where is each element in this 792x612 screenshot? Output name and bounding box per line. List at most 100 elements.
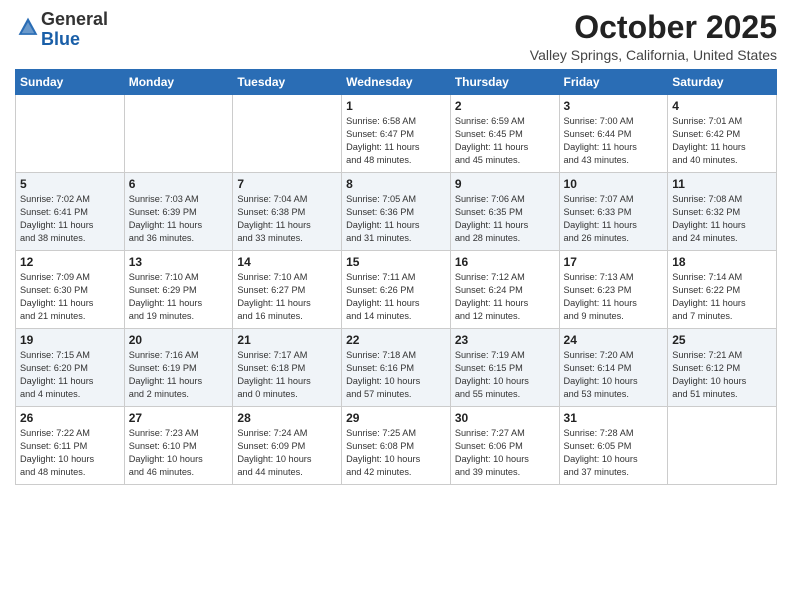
calendar-cell: 24Sunrise: 7:20 AM Sunset: 6:14 PM Dayli… [559,329,668,407]
day-number: 1 [346,99,446,113]
day-number: 20 [129,333,229,347]
day-info: Sunrise: 7:07 AM Sunset: 6:33 PM Dayligh… [564,193,664,245]
calendar-cell: 9 Sunrise: 7:06 AM Sunset: 6:35 PM Daylig… [450,173,559,251]
day-number: 29 [346,411,446,425]
calendar-cell: 25 Sunrise: 7:21 AM Sunset: 6:12 PM Dayli… [668,329,777,407]
calendar-cell: 7 Sunrise: 7:04 AM Sunset: 6:38 PM Daylig… [233,173,342,251]
day-info: Sunrise: 7:19 AM Sunset: 6:15 PM Dayligh… [455,349,555,401]
calendar-cell: 14Sunrise: 7:10 AM Sunset: 6:27 PM Dayli… [233,251,342,329]
day-info: Sunrise: 7:04 AM Sunset: 6:38 PM Dayligh… [237,193,337,245]
calendar-cell: 31 Sunrise: 7:28 AM Sunset: 6:05 PM Dayli… [559,407,668,485]
day-number: 17 [564,255,664,269]
th-monday: Monday [124,70,233,95]
calendar-cell: 13 Sunrise: 7:10 AM Sunset: 6:29 PM Dayli… [124,251,233,329]
calendar-cell: 5 Sunrise: 7:02 AM Sunset: 6:41 PM Daylig… [16,173,125,251]
day-number: 25 [672,333,772,347]
calendar-cell: 17 Sunrise: 7:13 AM Sunset: 6:23 PM Dayli… [559,251,668,329]
calendar-cell: 1 Sunrise: 6:58 AM Sunset: 6:47 PM Daylig… [342,95,451,173]
th-wednesday: Wednesday [342,70,451,95]
day-info: Sunrise: 7:00 AM Sunset: 6:44 PM Dayligh… [564,115,664,167]
calendar-cell: 23 Sunrise: 7:19 AM Sunset: 6:15 PM Dayli… [450,329,559,407]
header: General Blue October 2025 Valley Springs… [15,10,777,63]
calendar-cell: 2Sunrise: 6:59 AM Sunset: 6:45 PM Daylig… [450,95,559,173]
day-number: 27 [129,411,229,425]
day-number: 11 [672,177,772,191]
day-info: Sunrise: 7:22 AM Sunset: 6:11 PM Dayligh… [20,427,120,479]
day-number: 26 [20,411,120,425]
calendar-week-row: 26 Sunrise: 7:22 AM Sunset: 6:11 PM Dayli… [16,407,777,485]
calendar-cell: 18 Sunrise: 7:14 AM Sunset: 6:22 PM Dayli… [668,251,777,329]
day-info: Sunrise: 7:10 AM Sunset: 6:29 PM Dayligh… [129,271,229,323]
logo-general-text: General [41,9,108,29]
calendar-cell: 27 Sunrise: 7:23 AM Sunset: 6:10 PM Dayli… [124,407,233,485]
day-number: 5 [20,177,120,191]
day-info: Sunrise: 7:11 AM Sunset: 6:26 PM Dayligh… [346,271,446,323]
day-info: Sunrise: 7:23 AM Sunset: 6:10 PM Dayligh… [129,427,229,479]
day-number: 3 [564,99,664,113]
day-info: Sunrise: 7:21 AM Sunset: 6:12 PM Dayligh… [672,349,772,401]
day-info: Sunrise: 7:01 AM Sunset: 6:42 PM Dayligh… [672,115,772,167]
day-info: Sunrise: 7:05 AM Sunset: 6:36 PM Dayligh… [346,193,446,245]
day-number: 16 [455,255,555,269]
day-number: 14 [237,255,337,269]
calendar-cell: 16 Sunrise: 7:12 AM Sunset: 6:24 PM Dayli… [450,251,559,329]
calendar-cell: 21 Sunrise: 7:17 AM Sunset: 6:18 PM Dayli… [233,329,342,407]
day-info: Sunrise: 7:13 AM Sunset: 6:23 PM Dayligh… [564,271,664,323]
calendar-cell [124,95,233,173]
day-number: 19 [20,333,120,347]
day-number: 9 [455,177,555,191]
calendar-cell: 28 Sunrise: 7:24 AM Sunset: 6:09 PM Dayli… [233,407,342,485]
th-friday: Friday [559,70,668,95]
calendar-cell: 26 Sunrise: 7:22 AM Sunset: 6:11 PM Dayli… [16,407,125,485]
day-info: Sunrise: 7:12 AM Sunset: 6:24 PM Dayligh… [455,271,555,323]
calendar-cell: 15 Sunrise: 7:11 AM Sunset: 6:26 PM Dayli… [342,251,451,329]
day-info: Sunrise: 7:25 AM Sunset: 6:08 PM Dayligh… [346,427,446,479]
day-number: 28 [237,411,337,425]
calendar-week-row: 1 Sunrise: 6:58 AM Sunset: 6:47 PM Daylig… [16,95,777,173]
calendar-week-row: 19 Sunrise: 7:15 AM Sunset: 6:20 PM Dayli… [16,329,777,407]
day-number: 31 [564,411,664,425]
day-number: 15 [346,255,446,269]
logo-blue-text: Blue [41,29,80,49]
th-saturday: Saturday [668,70,777,95]
day-number: 7 [237,177,337,191]
calendar-cell: 20 Sunrise: 7:16 AM Sunset: 6:19 PM Dayli… [124,329,233,407]
location: Valley Springs, California, United State… [530,47,777,63]
day-number: 21 [237,333,337,347]
th-thursday: Thursday [450,70,559,95]
calendar-cell: 10Sunrise: 7:07 AM Sunset: 6:33 PM Dayli… [559,173,668,251]
day-info: Sunrise: 7:17 AM Sunset: 6:18 PM Dayligh… [237,349,337,401]
day-info: Sunrise: 7:28 AM Sunset: 6:05 PM Dayligh… [564,427,664,479]
day-info: Sunrise: 7:09 AM Sunset: 6:30 PM Dayligh… [20,271,120,323]
calendar-cell: 19 Sunrise: 7:15 AM Sunset: 6:20 PM Dayli… [16,329,125,407]
day-number: 13 [129,255,229,269]
day-number: 6 [129,177,229,191]
day-info: Sunrise: 7:16 AM Sunset: 6:19 PM Dayligh… [129,349,229,401]
month-title: October 2025 [530,10,777,45]
calendar: Sunday Monday Tuesday Wednesday Thursday… [15,69,777,485]
calendar-cell: 11Sunrise: 7:08 AM Sunset: 6:32 PM Dayli… [668,173,777,251]
calendar-header-row: Sunday Monday Tuesday Wednesday Thursday… [16,70,777,95]
day-number: 8 [346,177,446,191]
calendar-cell: 4 Sunrise: 7:01 AM Sunset: 6:42 PM Daylig… [668,95,777,173]
calendar-cell [233,95,342,173]
calendar-week-row: 5 Sunrise: 7:02 AM Sunset: 6:41 PM Daylig… [16,173,777,251]
calendar-cell [16,95,125,173]
day-number: 18 [672,255,772,269]
calendar-cell: 29 Sunrise: 7:25 AM Sunset: 6:08 PM Dayli… [342,407,451,485]
logo: General Blue [15,10,108,50]
day-info: Sunrise: 7:02 AM Sunset: 6:41 PM Dayligh… [20,193,120,245]
calendar-cell: 12Sunrise: 7:09 AM Sunset: 6:30 PM Dayli… [16,251,125,329]
day-info: Sunrise: 6:59 AM Sunset: 6:45 PM Dayligh… [455,115,555,167]
day-info: Sunrise: 7:24 AM Sunset: 6:09 PM Dayligh… [237,427,337,479]
day-info: Sunrise: 7:06 AM Sunset: 6:35 PM Dayligh… [455,193,555,245]
day-number: 23 [455,333,555,347]
title-area: October 2025 Valley Springs, California,… [530,10,777,63]
day-number: 22 [346,333,446,347]
day-info: Sunrise: 7:03 AM Sunset: 6:39 PM Dayligh… [129,193,229,245]
day-info: Sunrise: 6:58 AM Sunset: 6:47 PM Dayligh… [346,115,446,167]
calendar-cell: 3 Sunrise: 7:00 AM Sunset: 6:44 PM Daylig… [559,95,668,173]
day-number: 4 [672,99,772,113]
day-info: Sunrise: 7:14 AM Sunset: 6:22 PM Dayligh… [672,271,772,323]
day-info: Sunrise: 7:15 AM Sunset: 6:20 PM Dayligh… [20,349,120,401]
